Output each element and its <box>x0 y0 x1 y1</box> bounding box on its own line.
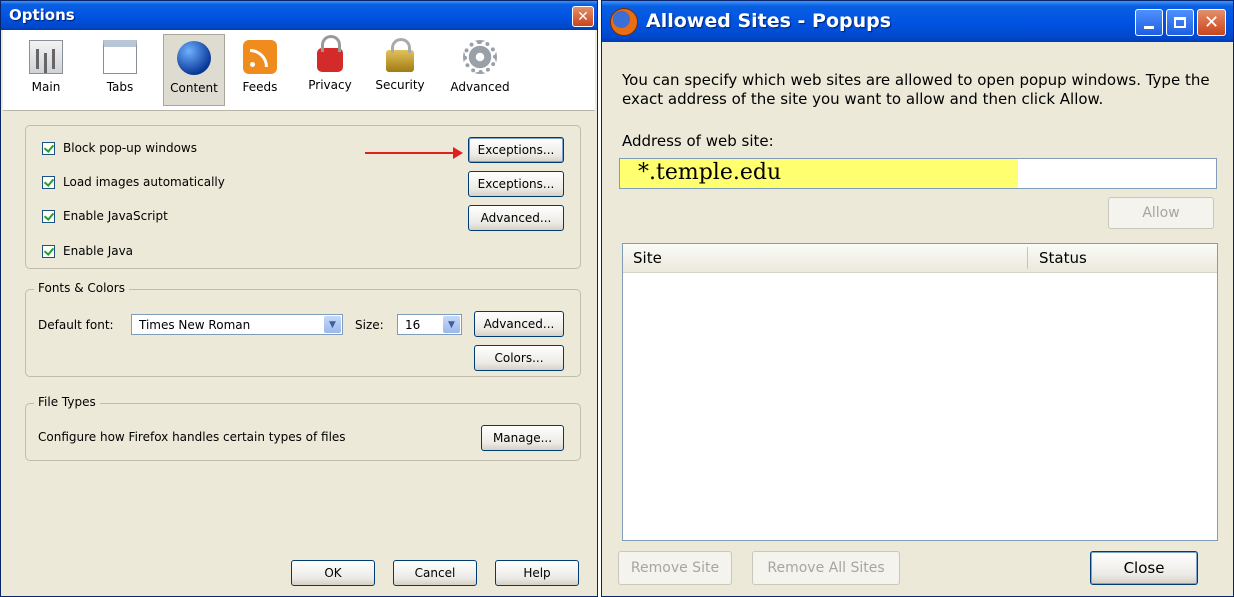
default-font-select[interactable]: Times New Roman ▼ <box>131 314 343 335</box>
javascript-advanced-button[interactable]: Advanced... <box>468 205 564 231</box>
colors-button[interactable]: Colors... <box>474 345 564 371</box>
close-icon: ✕ <box>1203 12 1220 33</box>
minimize-icon <box>1144 26 1154 29</box>
tab-tabs[interactable]: Tabs <box>89 34 151 106</box>
column-divider[interactable] <box>1027 247 1028 269</box>
firefox-icon <box>610 8 638 36</box>
options-close-button[interactable]: ✕ <box>572 6 594 27</box>
enable-java-label: Enable Java <box>63 244 134 258</box>
font-size-label: Size: <box>355 318 384 332</box>
tabs-icon <box>103 40 137 74</box>
remove-site-button[interactable]: Remove Site <box>618 551 732 585</box>
tab-security-label: Security <box>375 78 425 92</box>
content-icon <box>177 41 211 75</box>
checkbox-checked-icon <box>42 209 55 223</box>
address-input[interactable]: *.temple.edu <box>619 158 1217 189</box>
default-font-label: Default font: <box>38 318 114 332</box>
tab-advanced-label: Advanced <box>450 80 510 94</box>
checkbox-checked-icon <box>42 141 55 155</box>
privacy-icon <box>317 35 343 72</box>
column-site[interactable]: Site <box>633 249 662 267</box>
fonts-colors-group: Fonts & Colors Default font: Times New R… <box>25 281 581 377</box>
tab-advanced[interactable]: Advanced <box>443 34 517 106</box>
security-icon <box>386 38 414 72</box>
minimize-button[interactable] <box>1135 9 1163 36</box>
load-images-checkbox[interactable]: Load images automatically <box>42 174 225 190</box>
red-arrow-annotation <box>365 147 463 159</box>
chevron-down-icon[interactable]: ▼ <box>324 316 341 333</box>
ok-button[interactable]: OK <box>291 560 375 586</box>
checkbox-checked-icon <box>42 244 55 258</box>
manage-button[interactable]: Manage... <box>481 425 564 451</box>
fonts-colors-caption: Fonts & Colors <box>34 281 129 295</box>
address-label: Address of web site: <box>622 132 774 150</box>
fonts-advanced-button[interactable]: Advanced... <box>474 311 564 337</box>
chevron-down-icon[interactable]: ▼ <box>443 316 460 333</box>
options-window: Options ✕ Main Tabs Content Feeds Privac… <box>0 0 598 597</box>
popup-exceptions-button[interactable]: Exceptions... <box>468 137 564 163</box>
tab-tabs-label: Tabs <box>106 80 134 94</box>
maximize-button[interactable] <box>1166 9 1194 36</box>
options-title-bar[interactable]: Options ✕ <box>1 1 597 30</box>
block-popups-label: Block pop-up windows <box>63 141 197 155</box>
feeds-icon <box>243 40 277 74</box>
tab-privacy[interactable]: Privacy <box>299 34 361 106</box>
sites-list[interactable]: Site Status <box>622 243 1218 541</box>
column-status[interactable]: Status <box>1039 249 1087 267</box>
font-size-value: 16 <box>405 318 421 332</box>
tab-content[interactable]: Content <box>163 34 225 106</box>
allowed-sites-description: You can specify which web sites are allo… <box>622 71 1210 108</box>
tab-content-label: Content <box>170 81 218 95</box>
maximize-icon <box>1174 17 1186 28</box>
advanced-icon <box>463 40 497 74</box>
tab-privacy-label: Privacy <box>308 78 352 92</box>
content-settings-group: Block pop-up windows Load images automat… <box>25 125 581 269</box>
enable-javascript-checkbox[interactable]: Enable JavaScript <box>42 208 168 224</box>
tab-security[interactable]: Security <box>369 34 431 106</box>
tab-main-label: Main <box>31 80 61 94</box>
close-icon: ✕ <box>577 8 589 25</box>
font-size-select[interactable]: 16 ▼ <box>397 314 462 335</box>
allowed-sites-title-bar[interactable]: Allowed Sites - Popups ✕ <box>602 1 1233 42</box>
sites-list-header: Site Status <box>623 244 1217 273</box>
tab-feeds-label: Feeds <box>242 80 278 94</box>
block-popups-checkbox[interactable]: Block pop-up windows <box>42 140 197 156</box>
load-images-label: Load images automatically <box>63 175 225 189</box>
enable-javascript-label: Enable JavaScript <box>63 209 168 223</box>
address-value: *.temple.edu <box>638 160 782 185</box>
allowed-sites-window: Allowed Sites - Popups ✕ You can specify… <box>601 0 1234 597</box>
cancel-button[interactable]: Cancel <box>393 560 477 586</box>
main-icon <box>29 40 63 74</box>
tab-feeds[interactable]: Feeds <box>229 34 291 106</box>
enable-java-checkbox[interactable]: Enable Java <box>42 243 133 259</box>
default-font-value: Times New Roman <box>139 318 251 332</box>
allowed-sites-title: Allowed Sites - Popups <box>646 10 892 32</box>
close-button[interactable]: Close <box>1090 551 1198 585</box>
checkbox-checked-icon <box>42 175 55 189</box>
options-toolbar: Main Tabs Content Feeds Privacy Security… <box>3 30 595 111</box>
file-types-caption: File Types <box>34 395 100 409</box>
file-types-group: File Types Configure how Firefox handles… <box>25 395 581 461</box>
allow-button[interactable]: Allow <box>1108 197 1214 229</box>
options-title: Options <box>9 6 75 24</box>
allowed-sites-close-button[interactable]: ✕ <box>1197 9 1226 36</box>
remove-all-sites-button[interactable]: Remove All Sites <box>752 551 900 585</box>
images-exceptions-button[interactable]: Exceptions... <box>468 171 564 197</box>
tab-main[interactable]: Main <box>15 34 77 106</box>
file-types-description: Configure how Firefox handles certain ty… <box>38 430 346 444</box>
help-button[interactable]: Help <box>495 560 579 586</box>
